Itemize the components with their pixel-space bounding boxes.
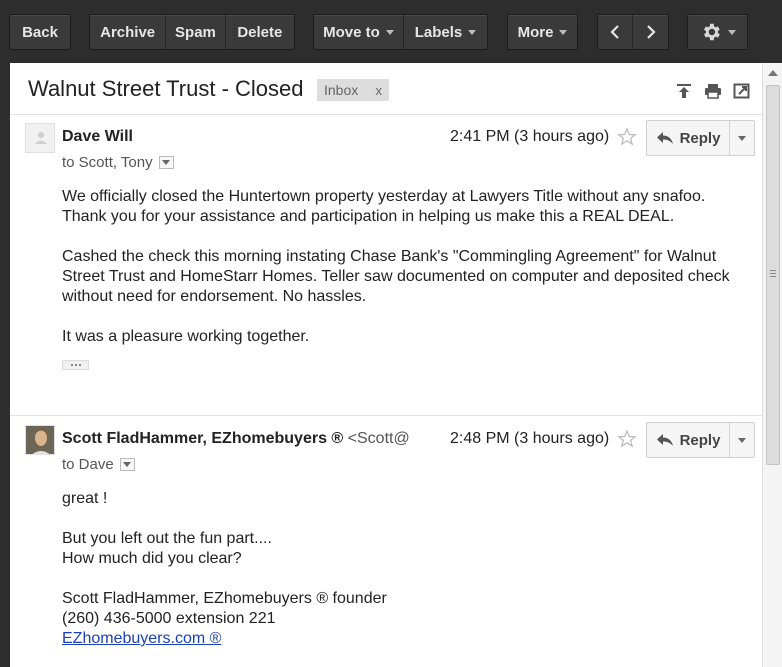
message-time: 2:41 PM (3 hours ago) — [450, 128, 610, 145]
label-name: Inbox — [324, 82, 359, 98]
message-time: 2:48 PM (3 hours ago) — [444, 430, 610, 448]
grip-line — [770, 273, 776, 274]
divider — [10, 114, 762, 115]
scrollbar-thumb[interactable] — [766, 85, 780, 465]
show-details-button[interactable] — [158, 156, 174, 169]
reply-label: Reply — [679, 129, 721, 147]
reply-label: Reply — [679, 431, 721, 449]
message-body: great ! But you left out the fun part...… — [62, 489, 752, 649]
star-icon[interactable] — [617, 127, 637, 147]
star-icon[interactable] — [617, 429, 637, 449]
action-button-group: Archive Spam Delete — [89, 14, 295, 50]
move-labels-group: Move to Labels — [313, 14, 488, 50]
labels-button[interactable]: Labels — [403, 15, 487, 49]
spam-button[interactable]: Spam — [166, 15, 226, 49]
body-line: How much did you clear? — [62, 550, 242, 567]
avatar — [25, 123, 55, 153]
body-line: without need for endorsement. No hassles… — [62, 288, 367, 305]
chevron-right-icon — [646, 25, 656, 39]
pagination-group — [597, 14, 669, 50]
body-line: Cashed the check this morning instating … — [62, 248, 717, 265]
labels-label: Labels — [414, 23, 463, 41]
chevron-down-icon — [738, 135, 746, 141]
reply-arrow-icon — [656, 434, 673, 446]
grip-line — [770, 276, 776, 277]
remove-label-button[interactable]: x — [376, 83, 383, 98]
archive-button[interactable]: Archive — [90, 15, 167, 49]
body-line — [62, 509, 752, 529]
body-line — [62, 307, 752, 327]
newer-button[interactable] — [598, 15, 634, 49]
avatar — [25, 425, 55, 455]
move-to-button[interactable]: Move to — [314, 15, 404, 49]
delete-button[interactable]: Delete — [225, 15, 294, 49]
show-details-button[interactable] — [119, 458, 135, 471]
inbox-label-chip[interactable]: Inbox x — [317, 79, 389, 101]
body-line — [62, 569, 752, 589]
message-body: We officially closed the Huntertown prop… — [62, 187, 752, 347]
body-line: Street Trust and HomeStarr Homes. Teller… — [62, 268, 730, 285]
body-line: But you left out the fun part.... — [62, 530, 272, 547]
chevron-down-icon — [385, 29, 394, 35]
move-to-label: Move to — [323, 23, 380, 41]
more-button[interactable]: More — [507, 14, 578, 50]
sender-name-text: Scott FladHammer, EZhomebuyers ® — [62, 430, 344, 447]
body-line: Scott FladHammer, EZhomebuyers ® founder — [62, 590, 387, 607]
chevron-down-icon — [123, 462, 132, 467]
print-icon[interactable] — [704, 83, 722, 99]
sender-name[interactable]: Dave Will — [62, 128, 133, 146]
body-line: We officially closed the Huntertown prop… — [62, 188, 706, 205]
older-button[interactable] — [633, 15, 668, 49]
reply-more-button[interactable] — [730, 121, 754, 155]
more-label: More — [517, 23, 554, 41]
chevron-down-icon — [162, 160, 171, 165]
reply-button[interactable]: Reply — [647, 423, 730, 457]
chevron-down-icon — [559, 29, 568, 35]
thread-subject: Walnut Street Trust - Closed — [28, 76, 304, 101]
show-trimmed-content-button[interactable] — [62, 360, 89, 370]
message-panel: Walnut Street Trust - Closed Inbox x Dav… — [10, 63, 782, 667]
back-button[interactable]: Back — [9, 14, 71, 50]
recipients: to Scott, Tony — [62, 154, 174, 171]
settings-button[interactable] — [687, 14, 748, 50]
default-avatar-icon — [35, 132, 47, 144]
body-line: great ! — [62, 490, 108, 507]
sender-email: <Scott@ — [347, 430, 410, 447]
gear-icon — [703, 23, 720, 41]
body-line: (260) 436-5000 extension 221 — [62, 610, 276, 627]
chevron-down-icon — [727, 29, 736, 35]
body-line: Thank you for your assistance and partic… — [62, 208, 675, 225]
vertical-scrollbar[interactable] — [762, 63, 782, 667]
body-line: EZhomebuyers.com ® — [62, 629, 752, 649]
expand-all-icon[interactable] — [675, 83, 693, 99]
chevron-down-icon — [468, 29, 477, 35]
dot-icon — [70, 364, 73, 366]
chevron-left-icon — [610, 25, 619, 39]
reply-button[interactable]: Reply — [647, 121, 730, 155]
profile-photo-icon — [26, 426, 54, 454]
new-window-icon[interactable] — [733, 83, 751, 99]
recipients-text: to Scott, Tony — [62, 154, 153, 171]
divider — [10, 415, 762, 416]
recipients-text: to Dave — [62, 456, 114, 473]
reply-button-group: Reply — [646, 422, 755, 458]
reply-more-button[interactable] — [730, 423, 754, 457]
dot-icon — [74, 364, 77, 366]
website-link[interactable]: EZhomebuyers.com ® — [62, 630, 221, 647]
scroll-up-arrow-icon[interactable] — [768, 70, 778, 76]
recipients: to Dave — [62, 456, 135, 473]
toolbar: Back Archive Spam Delete Move to Labels … — [0, 0, 782, 63]
reply-button-group: Reply — [646, 120, 755, 156]
body-line: It was a pleasure working together. — [62, 328, 310, 345]
body-line — [62, 227, 752, 247]
sender-name[interactable]: Scott FladHammer, EZhomebuyers ® <Scott@ — [62, 430, 410, 448]
dot-icon — [78, 364, 81, 366]
reply-arrow-icon — [656, 132, 673, 144]
grip-line — [770, 270, 776, 271]
chevron-down-icon — [738, 437, 746, 443]
